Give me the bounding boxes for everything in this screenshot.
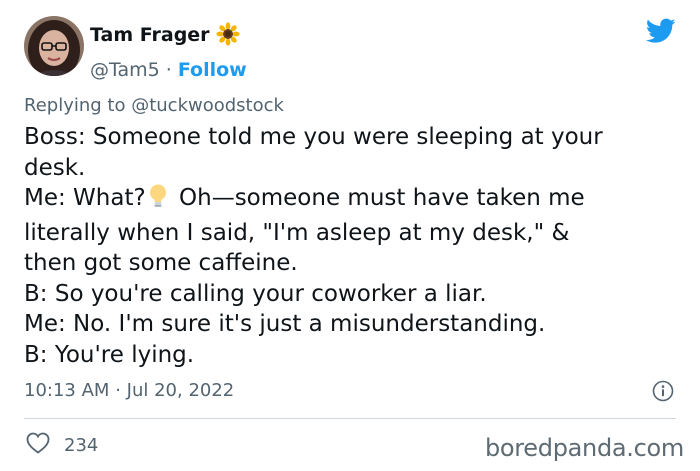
tweet-line: B: So you're calling your coworker a lia… (24, 280, 487, 307)
tweet-line: Boss: Someone told me you were sleeping … (24, 124, 603, 150)
tweet-text: Boss: Someone told me you were sleeping … (24, 122, 684, 370)
reply-handle-link[interactable]: @tuckwoodstock (131, 95, 284, 116)
handle-separator: · (165, 59, 172, 81)
author-block: Tam Frager @Tam5 · Follow (90, 22, 247, 80)
timestamp-separator: · (115, 380, 121, 401)
tweet-time[interactable]: 10:13 AM (24, 380, 109, 401)
tweet-line-segment: Me: What? (24, 185, 146, 211)
light-bulb-icon (146, 183, 170, 218)
tweet-date[interactable]: Jul 20, 2022 (127, 380, 235, 401)
avatar[interactable] (24, 16, 84, 76)
tweet-line: desk. (24, 154, 86, 181)
tweet-line: Me: No. I'm sure it's just a misundersta… (24, 311, 546, 337)
follow-button[interactable]: Follow (178, 59, 247, 81)
author-name[interactable]: Tam Frager (90, 24, 210, 46)
tweet-line: then got some caffeine. (24, 250, 298, 276)
like-count: 234 (64, 434, 99, 456)
tweet-line: Me: What? Oh—someone must have taken me (24, 183, 684, 218)
tweet-line: literally when I said, "I'm asleep at my… (24, 219, 570, 246)
heart-icon (26, 432, 50, 458)
sunflower-icon (215, 22, 240, 49)
handle-row: @Tam5 · Follow (90, 61, 247, 80)
twitter-bird-icon[interactable] (645, 18, 676, 48)
divider (24, 418, 676, 419)
tweet-card: Tam Frager @Tam5 · Follow Replying to @t… (0, 0, 700, 471)
watermark: boredpanda.com (484, 434, 684, 462)
tweet-line: B: You're lying. (24, 341, 195, 368)
tweet-timestamp: 10:13 AM · Jul 20, 2022 (24, 380, 234, 401)
like-button[interactable]: 234 (26, 432, 98, 458)
reply-prefix: Replying to (24, 95, 126, 116)
avatar-image (24, 16, 84, 76)
info-icon[interactable] (652, 380, 674, 406)
tweet-line-segment: Oh—someone must have taken me (179, 185, 585, 211)
reply-context: Replying to @tuckwoodstock (24, 95, 284, 116)
author-handle[interactable]: @Tam5 (90, 59, 160, 81)
